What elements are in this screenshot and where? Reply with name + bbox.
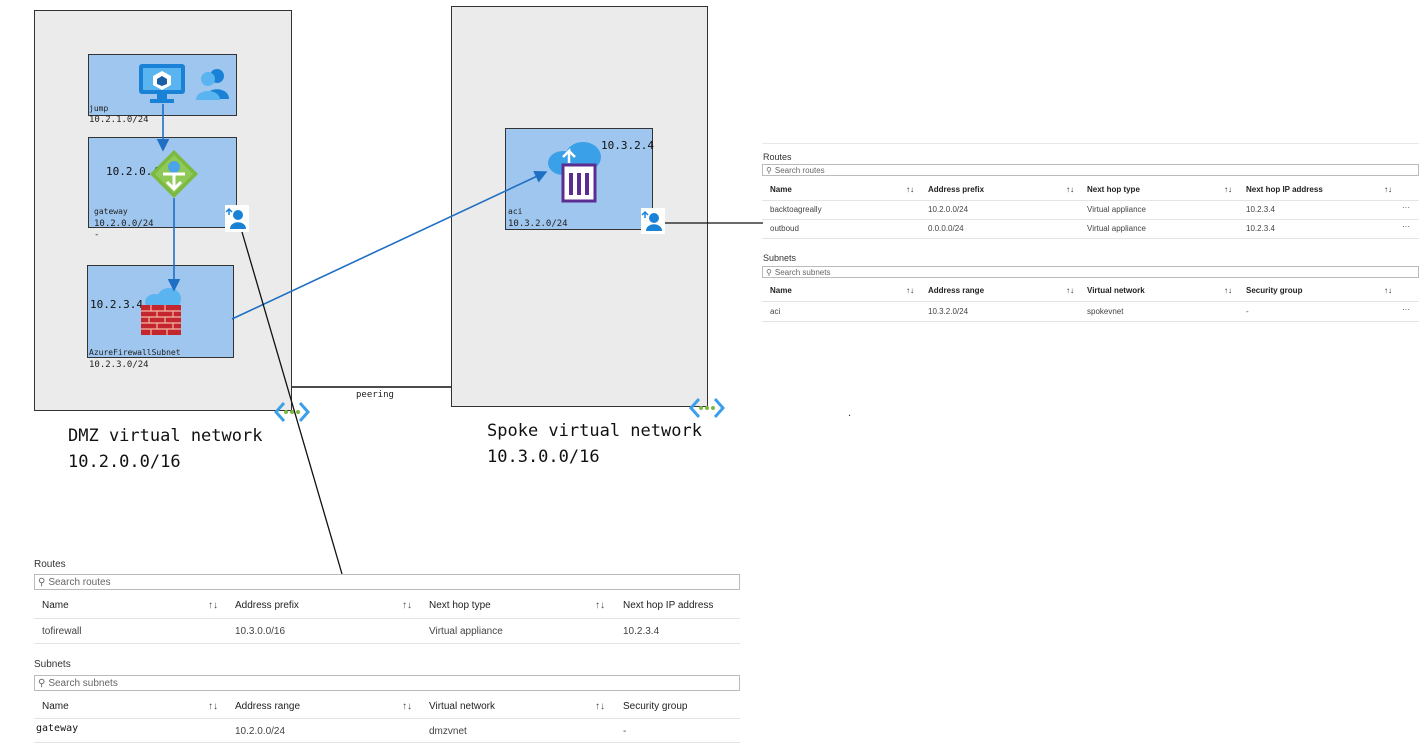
spoke-route-table-panel: Routes ⚲ Search routes Name ↑↓ Address p… [762,143,1419,324]
table-row[interactable]: tofirewall 10.3.0.0/16 Virtual appliance… [34,618,740,644]
col-nsg-header[interactable]: Security group [1246,286,1302,295]
sort-icon[interactable]: ↑↓ [1384,286,1392,295]
routes-title: Routes [763,152,792,162]
col-prefix-header[interactable]: Address prefix [235,600,299,611]
sort-icon[interactable]: ↑↓ [208,701,218,712]
table-row[interactable]: gateway 10.2.0.0/24 dmzvnet - [34,718,740,743]
search-icon: ⚲ [38,677,46,689]
col-prefix-header[interactable]: Address prefix [928,185,984,194]
routes-search-placeholder: Search routes [48,576,111,588]
col-ip-header[interactable]: Next hop IP address [1246,185,1323,194]
col-vnet-header[interactable]: Virtual network [429,701,495,712]
col-type-header[interactable]: Next hop type [429,600,491,611]
sort-icon[interactable]: ↑↓ [595,701,605,712]
col-vnet-header[interactable]: Virtual network [1087,286,1145,295]
routes-header-row: Name ↑↓ Address prefix ↑↓ Next hop type … [762,180,1419,201]
sort-icon[interactable]: ↑↓ [208,600,218,611]
col-range-header[interactable]: Address range [928,286,984,295]
firewall-to-aci-arrow [231,170,548,320]
routes-header-row: Name ↑↓ Address prefix ↑↓ Next hop type … [34,593,740,619]
sort-icon[interactable]: ↑↓ [1384,185,1392,194]
search-icon: ⚲ [38,576,46,588]
sort-icon[interactable]: ↑↓ [1066,185,1074,194]
subnets-search-placeholder: Search subnets [48,677,118,689]
routes-title: Routes [34,559,66,570]
col-name-header[interactable]: Name [770,185,792,194]
col-name-header[interactable]: Name [42,600,69,611]
table-row[interactable]: aci 10.3.2.0/24 spokevnet - ··· [762,301,1419,322]
dmz-route-callout-line [241,231,343,575]
sort-icon[interactable]: ↑↓ [906,286,914,295]
table-row[interactable]: backtoagreally 10.2.0.0/24 Virtual appli… [762,200,1419,220]
subnets-title: Subnets [34,659,71,670]
col-name-header[interactable]: Name [42,701,69,712]
subnets-search-placeholder: Search subnets [774,267,831,277]
subnets-header-row: Name ↑↓ Address range ↑↓ Virtual network… [34,694,740,719]
col-name-header[interactable]: Name [770,286,792,295]
more-icon[interactable]: ··· [1402,305,1410,314]
routes-search-input[interactable]: ⚲ Search routes [34,574,740,590]
col-ip-header[interactable]: Next hop IP address [623,600,713,611]
sort-icon[interactable]: ↑↓ [1224,185,1232,194]
routes-search-input[interactable]: ⚲ Search routes [762,164,1419,176]
sort-icon[interactable]: ↑↓ [595,600,605,611]
dmz-route-table-panel: Routes ⚲ Search routes Name ↑↓ Address p… [34,556,740,746]
more-icon[interactable]: ··· [1402,203,1410,212]
subnets-search-input[interactable]: ⚲ Search subnets [762,266,1419,278]
sort-icon[interactable]: ↑↓ [1066,286,1074,295]
sort-icon[interactable]: ↑↓ [1224,286,1232,295]
search-icon: ⚲ [766,165,772,175]
sort-icon[interactable]: ↑↓ [402,600,412,611]
search-icon: ⚲ [766,267,772,277]
subnets-title: Subnets [763,253,797,263]
table-row[interactable]: outboud 0.0.0.0/24 Virtual appliance 10.… [762,219,1419,239]
col-range-header[interactable]: Address range [235,701,300,712]
routes-search-placeholder: Search routes [774,165,825,175]
subnets-header-row: Name ↑↓ Address range ↑↓ Virtual network… [762,281,1419,302]
subnets-search-input[interactable]: ⚲ Search subnets [34,675,740,691]
more-icon[interactable]: ··· [1402,222,1410,231]
col-type-header[interactable]: Next hop type [1087,185,1140,194]
col-nsg-header[interactable]: Security group [623,701,687,712]
sort-icon[interactable]: ↑↓ [906,185,914,194]
sort-icon[interactable]: ↑↓ [402,701,412,712]
